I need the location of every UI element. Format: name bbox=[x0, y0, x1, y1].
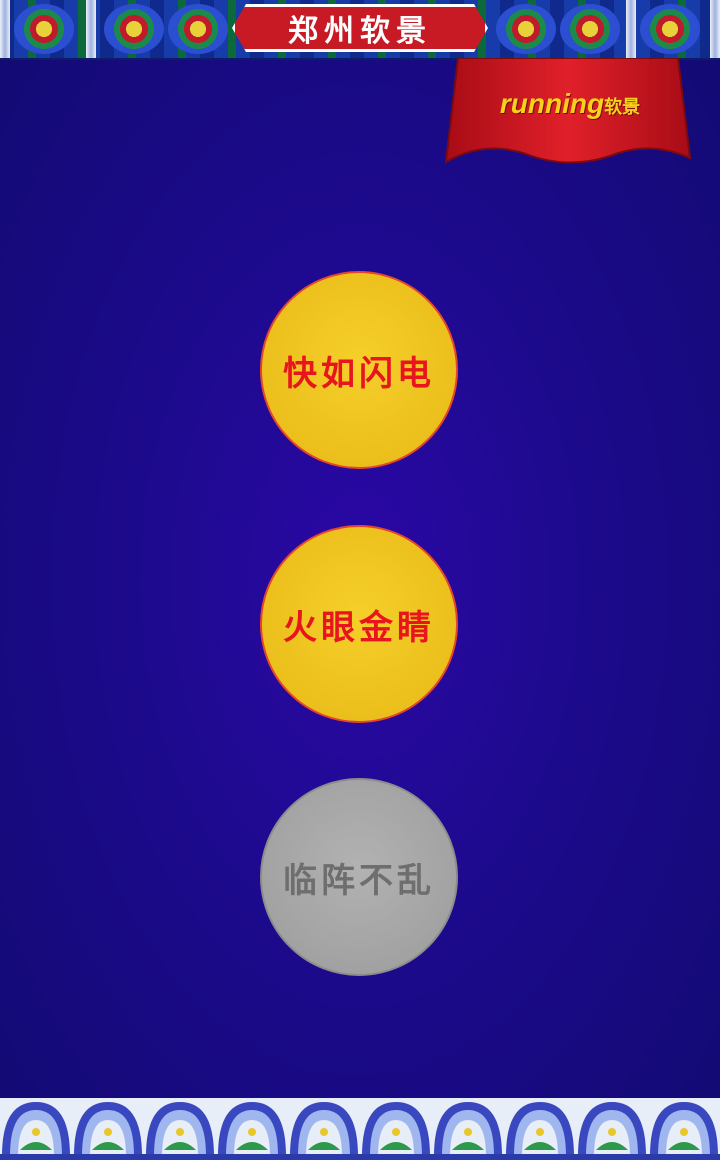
option-label: 火眼金睛 bbox=[283, 607, 435, 648]
brand-logo-ribbon: running软景 bbox=[444, 58, 692, 166]
ornament-bar bbox=[626, 0, 636, 58]
brand-logo: running软景 bbox=[490, 88, 650, 120]
brand-cn: 软景 bbox=[604, 97, 641, 117]
option-label: 临阵不乱 bbox=[283, 860, 435, 901]
ornament-bar bbox=[710, 0, 720, 58]
ornament-bar bbox=[86, 0, 96, 58]
ornament-tile bbox=[104, 4, 164, 54]
brand-latin: running bbox=[499, 88, 605, 119]
page-title: 郑州软景 bbox=[288, 14, 432, 49]
bottom-ornament-border bbox=[0, 1098, 720, 1160]
ornament-tile bbox=[560, 4, 620, 54]
option-button-sharp-eyes[interactable]: 火眼金睛 bbox=[260, 525, 458, 723]
ornament-tile bbox=[640, 4, 700, 54]
bottom-ornament-pattern bbox=[0, 1098, 720, 1160]
option-button-lightning[interactable]: 快如闪电 bbox=[260, 271, 458, 469]
title-plate: 郑州软景 bbox=[232, 4, 488, 52]
option-label: 快如闪电 bbox=[283, 353, 435, 394]
ornament-tile bbox=[14, 4, 74, 54]
ornament-bar bbox=[0, 0, 10, 58]
ornament-tile bbox=[496, 4, 556, 54]
top-ornament-banner: 郑州软景 bbox=[0, 0, 720, 60]
ornament-tile bbox=[168, 4, 228, 54]
option-button-composure-disabled: 临阵不乱 bbox=[260, 778, 458, 976]
